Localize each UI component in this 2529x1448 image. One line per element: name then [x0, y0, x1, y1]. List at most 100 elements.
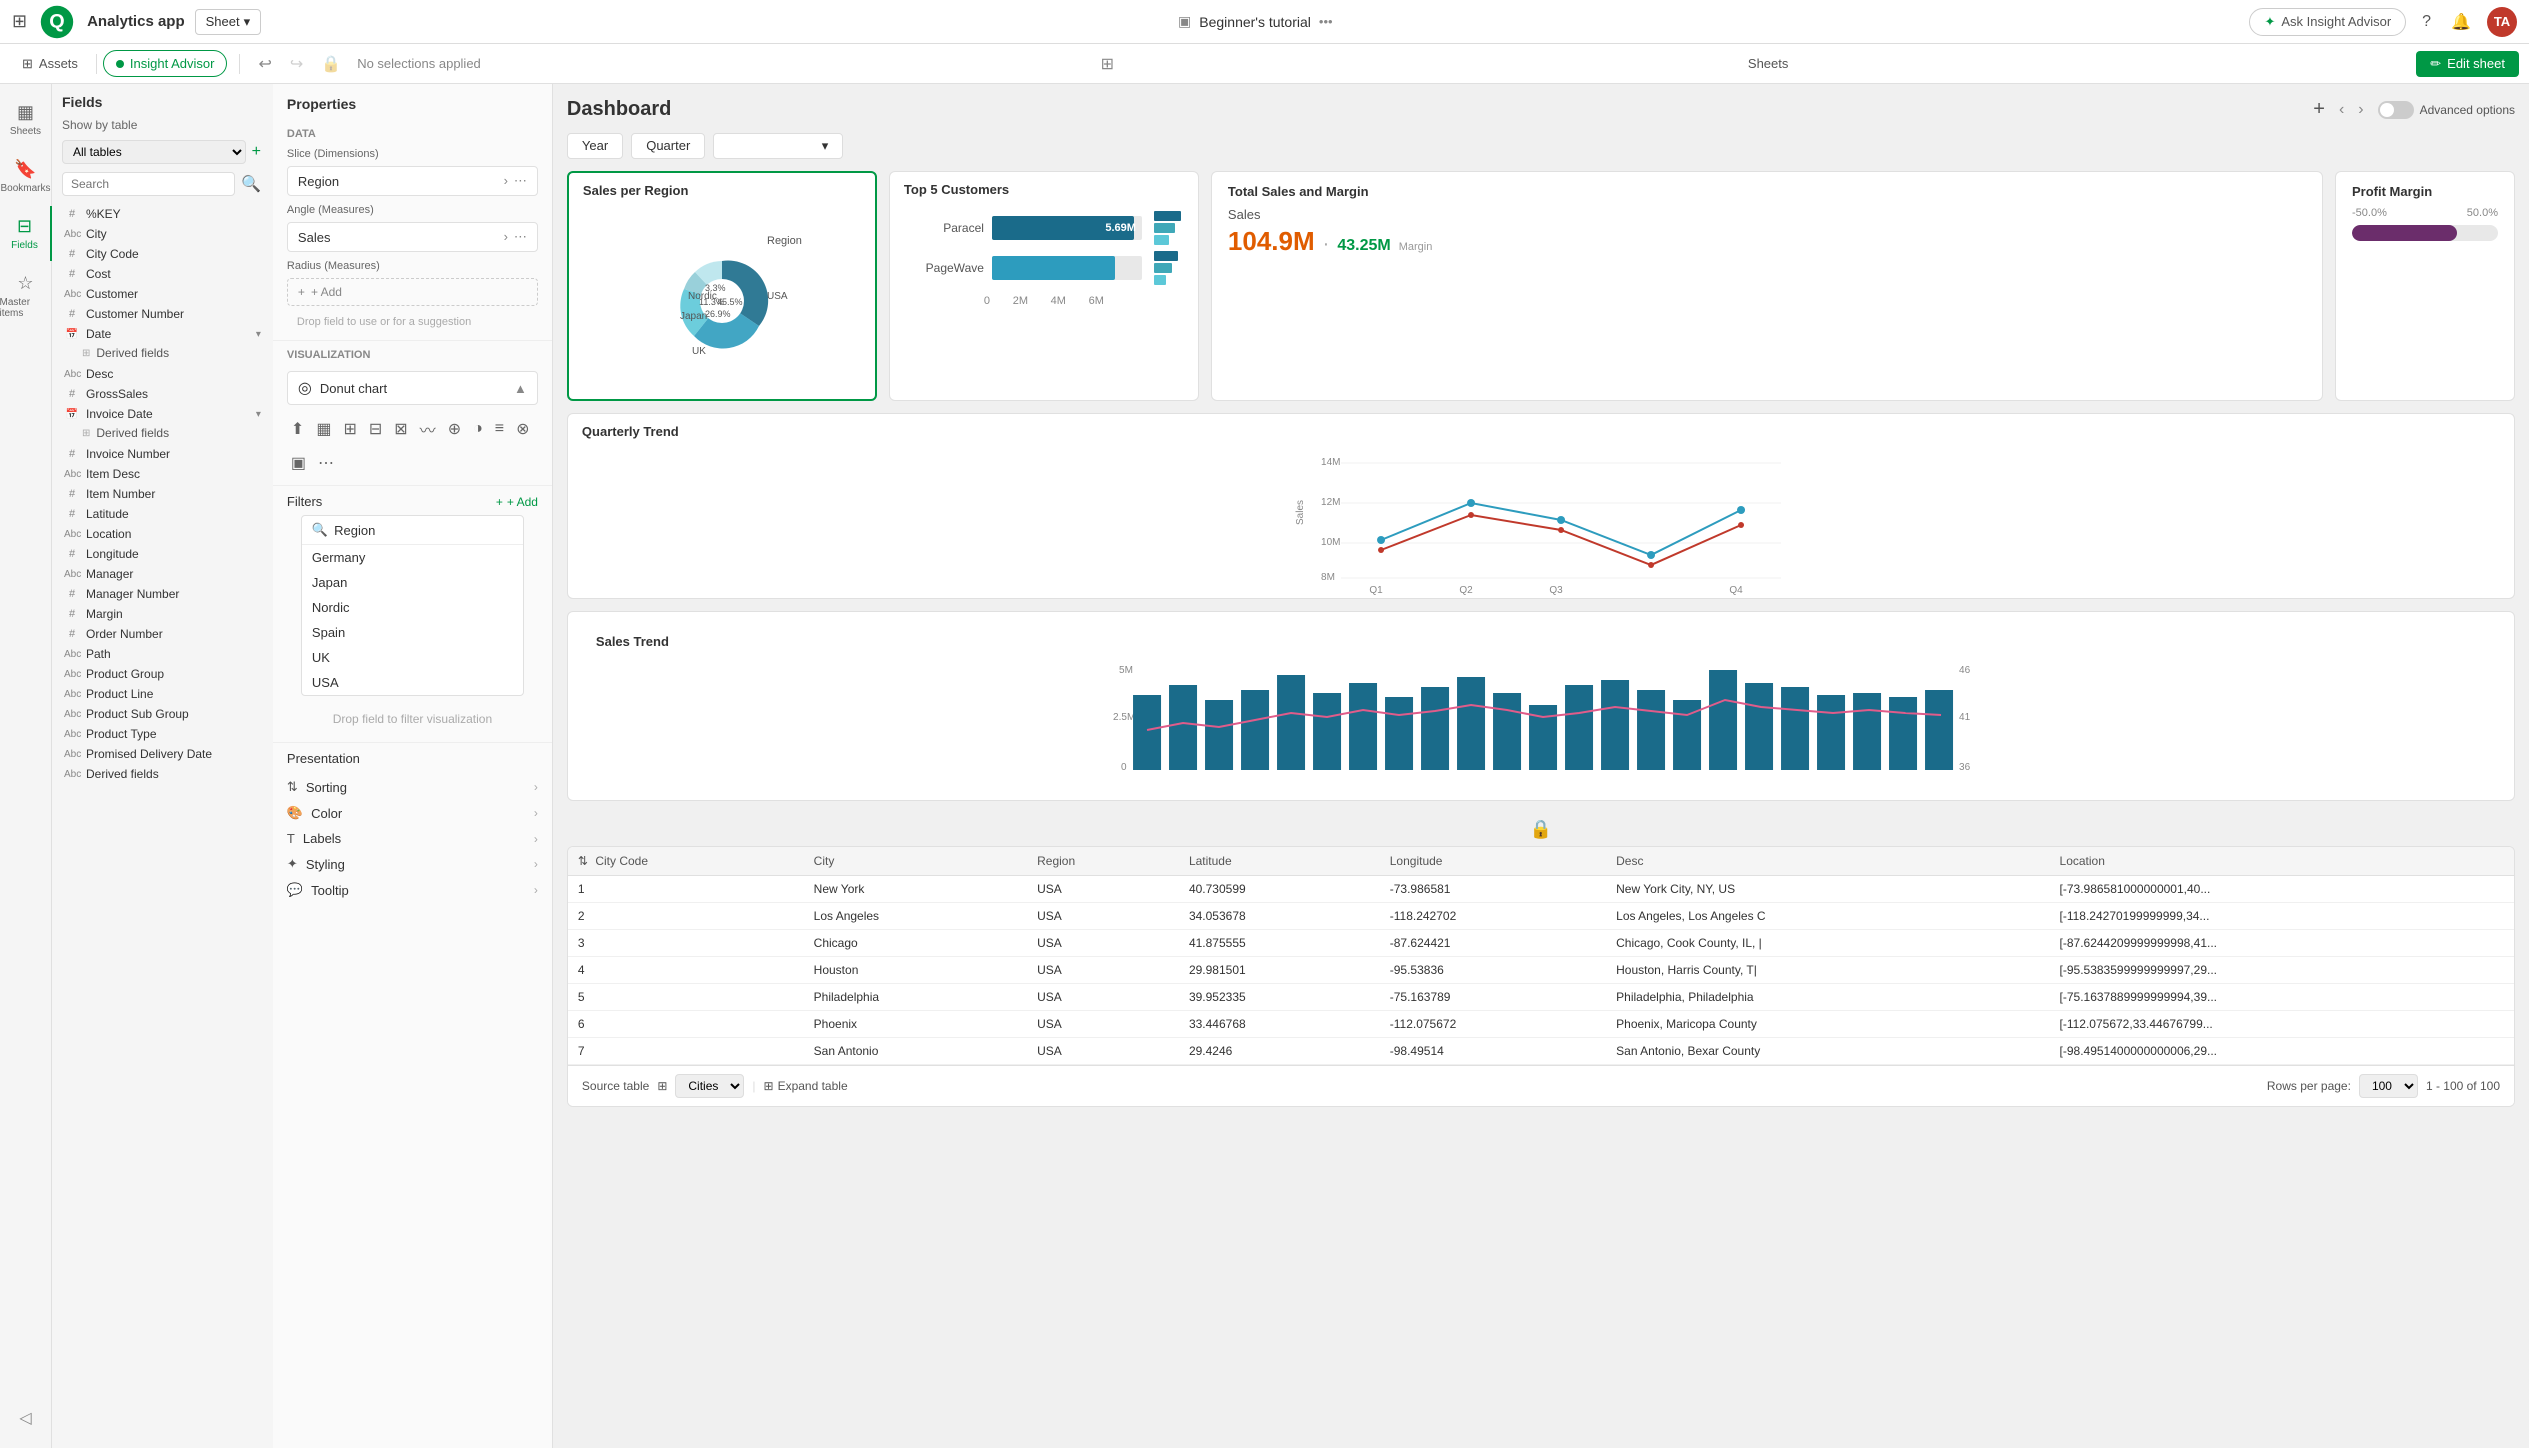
table-row[interactable]: 5PhiladelphiaUSA39.952335-75.163789Phila… — [568, 984, 2514, 1011]
field-cost[interactable]: #Cost — [62, 264, 263, 284]
grid-view-btn[interactable]: ⊞ — [1095, 50, 1120, 78]
field-city[interactable]: AbcCity — [62, 224, 263, 244]
field-derived-fields[interactable]: AbcDerived fields — [62, 764, 263, 784]
search-input[interactable] — [62, 172, 235, 196]
field-customer[interactable]: AbcCustomer — [62, 284, 263, 304]
field-product-sub-group[interactable]: AbcProduct Sub Group — [62, 704, 263, 724]
table-row[interactable]: 1New YorkUSA40.730599-73.986581New York … — [568, 876, 2514, 903]
col-desc[interactable]: Desc — [1606, 847, 2049, 876]
sidebar-tab-sheets[interactable]: ▦ Sheets — [0, 92, 52, 147]
sidebar-tab-master[interactable]: ☆ Master items — [0, 263, 52, 329]
angle-sales-row[interactable]: Sales › ⋯ — [287, 222, 538, 252]
col-latitude[interactable]: Latitude — [1179, 847, 1380, 876]
help-btn[interactable]: ? — [2418, 9, 2435, 35]
slice-region-row[interactable]: Region › ⋯ — [287, 166, 538, 196]
search-btn[interactable]: 🔍 — [239, 172, 263, 196]
field-product-line[interactable]: AbcProduct Line — [62, 684, 263, 704]
edit-sheet-btn[interactable]: ✏ Edit sheet — [2416, 51, 2519, 77]
field-invoice-date[interactable]: 📅Invoice Date▾ — [62, 404, 263, 424]
col-location[interactable]: Location — [2050, 847, 2514, 876]
viz-icon-treemap[interactable]: ▣ — [287, 449, 310, 477]
expand-table-btn[interactable]: ⊞ Expand table — [764, 1079, 848, 1093]
field-key[interactable]: #%KEY — [62, 204, 263, 224]
table-row[interactable]: 6PhoenixUSA33.446768-112.075672Phoenix, … — [568, 1011, 2514, 1038]
field-date[interactable]: 📅Date▾ — [62, 324, 263, 344]
field-location[interactable]: AbcLocation — [62, 524, 263, 544]
ask-insight-btn[interactable]: ✦ Ask Insight Advisor — [2249, 8, 2406, 36]
field-manager-number[interactable]: #Manager Number — [62, 584, 263, 604]
field-manager[interactable]: AbcManager — [62, 564, 263, 584]
prev-sheet-btn[interactable]: ‹ — [2333, 99, 2350, 121]
advanced-toggle[interactable] — [2378, 101, 2414, 119]
add-field-btn[interactable]: + — [250, 141, 263, 163]
sidebar-tab-bookmarks[interactable]: 🔖 Bookmarks — [0, 149, 52, 204]
region-usa[interactable]: USA — [302, 670, 523, 695]
lock-nav-btn[interactable]: 🔒 — [315, 50, 347, 78]
viz-icon-line[interactable]: 〰 — [416, 413, 440, 445]
table-select[interactable]: All tables — [62, 140, 246, 164]
year-filter-pill[interactable]: Year — [567, 133, 623, 159]
field-city-code[interactable]: #City Code — [62, 244, 263, 264]
table-row[interactable]: 3ChicagoUSA41.875555-87.624421Chicago, C… — [568, 930, 2514, 957]
region-germany[interactable]: Germany — [302, 545, 523, 570]
viz-icon-combo[interactable]: ⊠ — [390, 413, 411, 445]
collapse-viz-icon[interactable]: ▲ — [514, 381, 527, 396]
table-row[interactable]: 7San AntonioUSA29.4246-98.49514San Anton… — [568, 1038, 2514, 1065]
sheets-btn[interactable]: Sheets — [1734, 51, 1802, 76]
field-margin[interactable]: #Margin — [62, 604, 263, 624]
field-longitude[interactable]: #Longitude — [62, 544, 263, 564]
field-item-number[interactable]: #Item Number — [62, 484, 263, 504]
table-row[interactable]: 4HoustonUSA29.981501-95.53836Houston, Ha… — [568, 957, 2514, 984]
viz-icon-pivot[interactable]: ⊗ — [512, 413, 533, 445]
derived-invoice-date-item[interactable]: ⊞Derived fields — [80, 424, 263, 442]
col-region[interactable]: Region — [1027, 847, 1179, 876]
viz-icon-more[interactable]: ⋯ — [314, 449, 338, 477]
viz-icon-scatter[interactable]: ⊕ — [444, 413, 465, 445]
field-promised-delivery[interactable]: AbcPromised Delivery Date — [62, 744, 263, 764]
avatar[interactable]: TA — [2487, 7, 2517, 37]
viz-icon-kpi[interactable]: ⊟ — [365, 413, 386, 445]
sidebar-tab-fields[interactable]: ⊟ Fields — [0, 206, 52, 261]
field-gross-sales[interactable]: #GrossSales — [62, 384, 263, 404]
undo-btn[interactable]: ↩ — [252, 50, 277, 78]
viz-icon-bar2[interactable]: ⊞ — [339, 413, 360, 445]
col-city[interactable]: City — [804, 847, 1027, 876]
next-sheet-btn[interactable]: › — [2352, 99, 2369, 121]
viz-icon-pie[interactable]: ◑ — [469, 413, 487, 445]
pres-styling-row[interactable]: ✦ Styling › — [287, 851, 538, 877]
field-invoice-number[interactable]: #Invoice Number — [62, 444, 263, 464]
sheet-selector[interactable]: Sheet ▾ — [195, 9, 262, 35]
pres-tooltip-row[interactable]: 💬 Tooltip › — [287, 877, 538, 903]
redo-btn[interactable]: ↪ — [284, 50, 309, 78]
field-order-number[interactable]: #Order Number — [62, 624, 263, 644]
field-item-desc[interactable]: AbcItem Desc — [62, 464, 263, 484]
derived-date-item[interactable]: ⊞Derived fields — [80, 344, 263, 362]
field-desc[interactable]: AbcDesc — [62, 364, 263, 384]
nav-dots[interactable]: ••• — [1319, 14, 1333, 29]
viz-icon-cursor[interactable]: ⬆ — [287, 413, 308, 445]
dropdown-filter-pill[interactable]: ▾ — [713, 133, 843, 159]
col-longitude[interactable]: Longitude — [1380, 847, 1606, 876]
add-radius-btn[interactable]: + + Add — [287, 278, 538, 306]
grid-icon[interactable]: ⊞ — [12, 11, 27, 32]
viz-icon-table[interactable]: ≡ — [491, 413, 508, 445]
field-path[interactable]: AbcPath — [62, 644, 263, 664]
table-row[interactable]: 2Los AngelesUSA34.053678-118.242702Los A… — [568, 903, 2514, 930]
region-japan[interactable]: Japan — [302, 570, 523, 595]
quarter-filter-pill[interactable]: Quarter — [631, 133, 705, 159]
region-nordic[interactable]: Nordic — [302, 595, 523, 620]
field-latitude[interactable]: #Latitude — [62, 504, 263, 524]
field-product-type[interactable]: AbcProduct Type — [62, 724, 263, 744]
bell-btn[interactable]: 🔔 — [2447, 8, 2475, 36]
pres-color-row[interactable]: 🎨 Color › — [287, 800, 538, 826]
dashboard-add-btn[interactable]: + — [2313, 98, 2325, 121]
field-customer-number[interactable]: #Customer Number — [62, 304, 263, 324]
assets-btn[interactable]: ⊞ Assets — [10, 51, 90, 77]
col-city-code[interactable]: ⇅ City Code — [568, 847, 804, 876]
source-table-select[interactable]: Cities — [675, 1074, 744, 1098]
field-product-group[interactable]: AbcProduct Group — [62, 664, 263, 684]
add-filter-btn[interactable]: + + Add — [496, 495, 538, 509]
rows-per-page-select[interactable]: 100 — [2359, 1074, 2418, 1098]
sidebar-collapse-btn[interactable]: ◁ — [19, 1408, 31, 1440]
region-spain[interactable]: Spain — [302, 620, 523, 645]
